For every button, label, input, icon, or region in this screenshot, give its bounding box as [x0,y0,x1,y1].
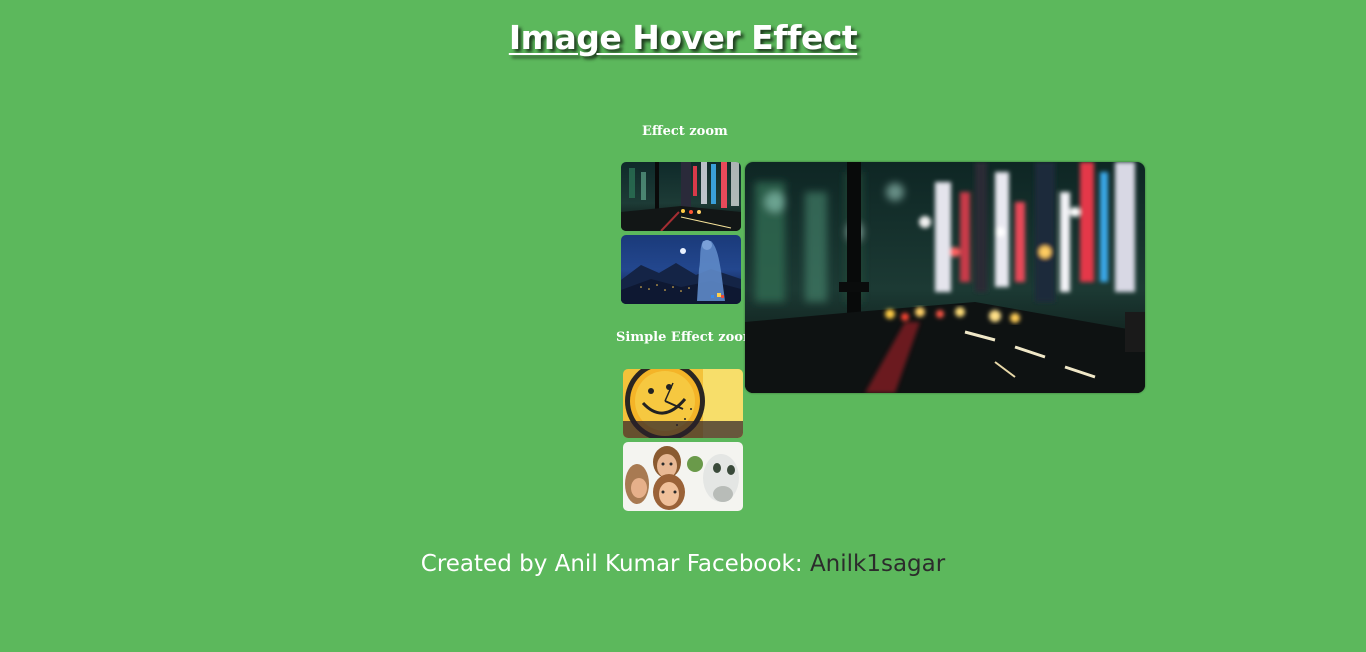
footer: Created by Anil Kumar Facebook: Anilk1sa… [0,551,1366,577]
thumb-animated-characters[interactable] [623,442,743,511]
thumb-night-landscape[interactable] [621,235,741,304]
thumb-smiley-clock[interactable] [623,369,743,438]
zoomed-preview [745,162,1145,393]
simple-effect-zoom-heading: Simple Effect zoom [616,330,757,345]
thumb-city-street[interactable] [621,162,741,231]
page-title: Image Hover Effect [508,18,858,57]
night-landscape-thumbnail-image [621,235,741,304]
smiley-clock-thumbnail-image [623,369,743,438]
city-street-thumbnail-image [621,162,741,231]
facebook-link[interactable]: Anilk1sagar [810,551,945,577]
footer-credit-text: Created by Anil Kumar Facebook: [420,551,803,577]
animated-characters-thumbnail-image [623,442,743,511]
city-street-zoomed-image [745,162,1145,393]
effect-zoom-heading: Effect zoom [642,124,728,139]
